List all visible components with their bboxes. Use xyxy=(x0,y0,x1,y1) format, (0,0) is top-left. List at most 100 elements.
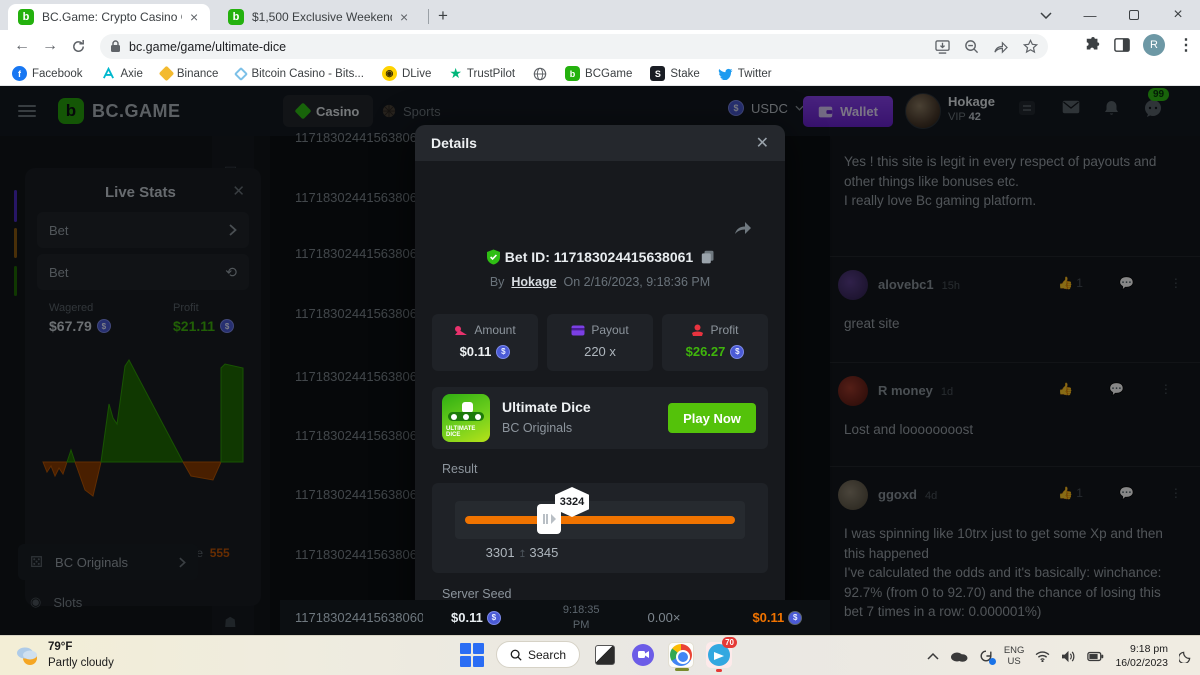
dlive-icon: ◉ xyxy=(382,66,397,81)
minimize-button[interactable]: — xyxy=(1068,0,1112,30)
bookmark-bitcoin-casino[interactable]: Bitcoin Casino - Bits... xyxy=(236,68,363,80)
range-high: 3345 xyxy=(529,545,558,560)
trustpilot-star-icon: ★ xyxy=(449,65,462,82)
bookmark-bcgame[interactable]: bBCGame xyxy=(565,66,632,81)
result-panel: 3324 3301 ↥ 3345 xyxy=(432,483,768,573)
more-menu-icon[interactable]: ⋮ xyxy=(1178,35,1194,55)
battery-icon[interactable] xyxy=(1087,651,1104,662)
bookmark-stake[interactable]: SStake xyxy=(650,66,699,81)
bookmark-twitter[interactable]: Twitter xyxy=(718,67,772,80)
tab-close-icon[interactable]: × xyxy=(190,9,198,25)
stat-card-profit: Profit $26.27$ xyxy=(662,314,768,371)
sync-icon[interactable] xyxy=(979,649,993,663)
bookmark-axie[interactable]: Axie xyxy=(101,66,143,81)
bcgame-page: ✈ ▭ ♨ ⛁ ☗ b BC.GAME Casino Sports $ US xyxy=(0,86,1200,635)
maximize-button[interactable] xyxy=(1112,0,1156,30)
language-indicator[interactable]: ENGUS xyxy=(1004,645,1025,668)
bookmarks-bar: fFacebook Axie Binance Bitcoin Casino - … xyxy=(0,62,1200,86)
bcgame-icon: b xyxy=(565,66,580,81)
bet-details-modal: Details ✕ Bet ID: 117183024415638061 By … xyxy=(415,125,785,635)
taskbar-app-meet[interactable] xyxy=(630,642,656,668)
copy-icon[interactable] xyxy=(701,250,714,264)
bet-user-link[interactable]: Hokage xyxy=(511,275,556,289)
bet-byline: By Hokage On 2/16/2023, 9:18:36 PM xyxy=(415,275,785,289)
close-button[interactable]: × xyxy=(1156,0,1200,30)
bookmark-dlive[interactable]: ◉DLive xyxy=(382,66,431,81)
tab-close-icon[interactable]: × xyxy=(400,9,408,25)
twitter-icon xyxy=(718,67,733,80)
side-panel-icon[interactable] xyxy=(1114,37,1130,53)
bet-id-text: 117183024415638060 xyxy=(295,610,423,625)
focus-moon-icon[interactable] xyxy=(1179,650,1192,663)
install-app-icon[interactable] xyxy=(935,40,950,54)
range-arrow-icon: ↥ xyxy=(518,549,529,560)
bcgame-favicon: b xyxy=(228,9,244,25)
coin-icon: $ xyxy=(788,611,802,625)
play-now-button[interactable]: Play Now xyxy=(668,403,756,433)
result-slider: 3324 xyxy=(455,501,745,539)
binance-icon xyxy=(159,66,175,82)
verified-shield-icon xyxy=(486,249,501,265)
bookmark-facebook[interactable]: fFacebook xyxy=(12,66,83,81)
browser-toolbar: ← → bc.game/game/ultimate-dice R ⋮ xyxy=(0,30,1200,62)
bookmark-binance[interactable]: Binance xyxy=(161,68,219,80)
start-button[interactable] xyxy=(460,643,484,667)
taskbar-app-telegram[interactable]: 70 xyxy=(706,642,732,668)
share-bet-icon[interactable] xyxy=(733,219,753,235)
onedrive-icon[interactable] xyxy=(950,650,968,662)
bcgame-favicon: b xyxy=(18,9,34,25)
screen: b BC.Game: Crypto Casino Games & × b $1,… xyxy=(0,0,1200,675)
extensions-puzzle-icon[interactable] xyxy=(1085,37,1101,53)
bet-amount: $0.11$ xyxy=(451,610,501,625)
chrome-icon xyxy=(670,644,692,666)
coin-icon: $ xyxy=(730,345,744,359)
modal-close-icon[interactable]: ✕ xyxy=(756,133,769,153)
bet-datetime: 2/16/2023, 9:18:36 PM xyxy=(584,275,710,289)
facebook-icon: f xyxy=(12,66,27,81)
tab-bcgame[interactable]: b BC.Game: Crypto Casino Games & × xyxy=(8,4,210,30)
tray-expand-chevron-icon[interactable] xyxy=(927,652,939,660)
bet-id-text: Bet ID: 117183024415638061 xyxy=(505,249,693,265)
coin-icon: $ xyxy=(496,345,510,359)
weather-condition: Partly cloudy xyxy=(48,657,114,669)
temperature: 79°F xyxy=(48,641,72,653)
tab-title: $1,500 Exclusive Weekend Ultima xyxy=(252,10,392,24)
wifi-icon[interactable] xyxy=(1035,651,1050,662)
weather-icon xyxy=(14,644,40,668)
lock-icon xyxy=(110,40,121,53)
payout-icon xyxy=(571,325,585,336)
result-label: Result xyxy=(442,462,477,476)
stat-card-payout: Payout 220 x xyxy=(547,314,653,371)
bet-row-latest[interactable]: 117183024415638060 $0.11$ 9:18:35PM 0.00… xyxy=(280,600,830,635)
bookmark-star-icon[interactable] xyxy=(1023,39,1038,54)
taskbar-search[interactable]: Search xyxy=(496,641,580,668)
taskbar-clock[interactable]: 9:18 pm16/02/2023 xyxy=(1115,642,1168,670)
taskbar-weather[interactable]: 79°F Partly cloudy xyxy=(14,640,114,671)
bet-id-row: Bet ID: 117183024415638061 xyxy=(415,249,785,265)
taskbar-app-chrome[interactable] xyxy=(668,642,694,668)
bookmark-trustpilot[interactable]: ★TrustPilot xyxy=(449,65,515,82)
ultimate-dice-tile[interactable]: ULTIMATE DICE xyxy=(442,394,490,442)
new-tab-button[interactable]: + xyxy=(438,6,448,26)
modal-title: Details xyxy=(431,135,477,151)
tab-search-chevron-icon[interactable] xyxy=(1024,0,1068,30)
share-icon[interactable] xyxy=(993,40,1009,54)
bookmark-globe[interactable] xyxy=(533,67,547,81)
zoom-out-icon[interactable] xyxy=(964,39,979,54)
tab-title: BC.Game: Crypto Casino Games & xyxy=(42,10,182,24)
slider-track xyxy=(465,516,735,524)
game-category: BC Originals xyxy=(502,421,572,435)
tab-promo[interactable]: b $1,500 Exclusive Weekend Ultima × xyxy=(218,4,424,30)
forward-icon[interactable]: → xyxy=(36,37,64,55)
speaker-icon[interactable] xyxy=(1061,650,1076,663)
range-low: 3301 xyxy=(486,545,515,560)
bet-time: 9:18:35PM xyxy=(563,603,600,632)
back-icon[interactable]: ← xyxy=(8,37,36,55)
diamond-icon xyxy=(234,66,248,80)
reload-icon[interactable] xyxy=(64,39,92,54)
url-text: bc.game/game/ultimate-dice xyxy=(129,40,921,54)
profile-avatar[interactable]: R xyxy=(1143,34,1165,56)
game-name: Ultimate Dice xyxy=(502,399,591,415)
address-bar[interactable]: bc.game/game/ultimate-dice xyxy=(100,34,1048,59)
taskbar-app-photos[interactable] xyxy=(592,642,618,668)
